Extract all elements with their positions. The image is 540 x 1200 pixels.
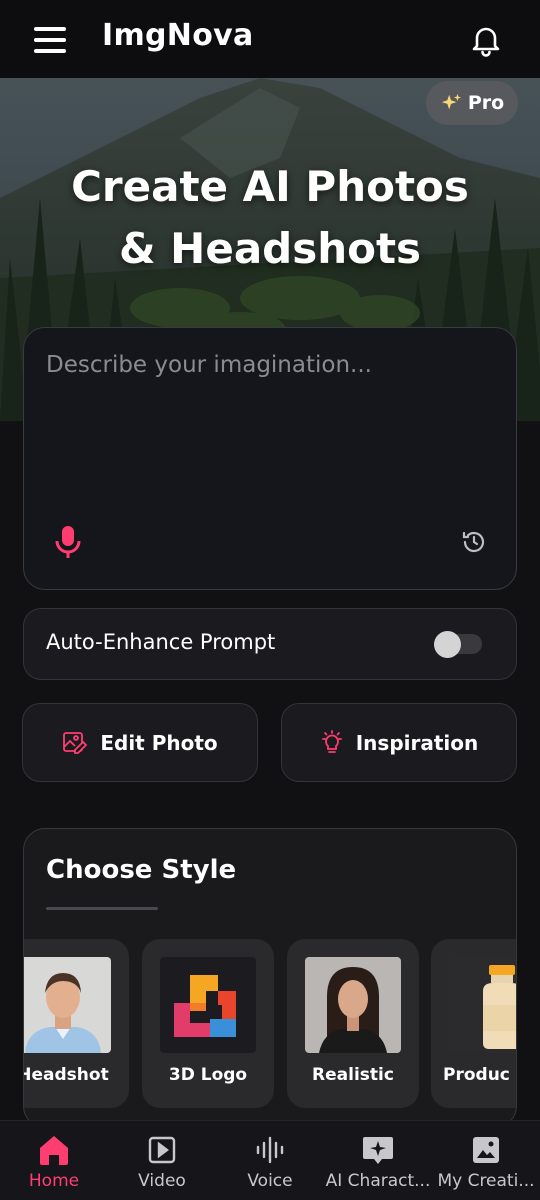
auto-enhance-row: Auto-Enhance Prompt (23, 608, 517, 680)
edit-photo-button[interactable]: Edit Photo (22, 703, 258, 782)
pro-label: Pro (467, 92, 505, 114)
toggle-knob (434, 631, 461, 658)
product-thumbnail (449, 957, 516, 1053)
microphone-icon[interactable] (52, 524, 84, 560)
style-label: Headshot (23, 1065, 109, 1085)
home-icon (40, 1136, 68, 1165)
app-title: ImgNova (102, 18, 254, 53)
style-label: Produc (443, 1065, 510, 1085)
sparkles-icon (441, 93, 461, 110)
style-item-3d-logo[interactable]: 3D Logo (142, 939, 274, 1108)
history-icon[interactable] (460, 528, 488, 556)
style-item-product[interactable]: Produc (431, 939, 516, 1108)
ai-character-chat-icon (363, 1137, 393, 1164)
auto-enhance-toggle[interactable] (434, 631, 482, 658)
bottom-navigation: Home Video Voice AI Charact... My Creati… (0, 1120, 540, 1200)
3d-logo-thumbnail (160, 957, 256, 1053)
style-item-realistic[interactable]: Realistic (287, 939, 419, 1108)
prompt-placeholder: Describe your imagination... (46, 352, 372, 378)
lightbulb-icon (321, 729, 342, 753)
headshot-thumbnail (24, 957, 111, 1053)
pro-badge[interactable]: Pro (426, 81, 518, 125)
style-label: Realistic (312, 1065, 394, 1085)
choose-style-title: Choose Style (46, 855, 237, 885)
style-label: 3D Logo (168, 1065, 248, 1085)
nav-label: AI Charact... (325, 1171, 431, 1191)
realistic-thumbnail (305, 957, 401, 1053)
voice-wave-icon (256, 1136, 284, 1164)
nav-item-voice[interactable]: Voice (216, 1121, 324, 1200)
nav-label: Video (138, 1171, 186, 1191)
nav-item-video[interactable]: Video (108, 1121, 216, 1200)
edit-photo-label: Edit Photo (100, 730, 218, 755)
top-app-bar: ImgNova (0, 0, 540, 78)
video-play-icon (148, 1136, 176, 1164)
title-underline (46, 907, 158, 910)
nav-item-home[interactable]: Home (0, 1121, 108, 1200)
image-gallery-icon (473, 1137, 499, 1163)
nav-label: Voice (247, 1171, 293, 1191)
nav-item-my-creations[interactable]: My Creati... (432, 1121, 540, 1200)
choose-style-section: Choose Style Headshot 3D Logo Realistic … (23, 828, 517, 1128)
nav-label: Home (28, 1171, 80, 1191)
prompt-input-area[interactable]: Describe your imagination... (23, 327, 517, 590)
title-line-1: Create AI Photos (71, 162, 469, 211)
title-line-2: & Headshots (118, 224, 422, 273)
nav-item-ai-characters[interactable]: AI Charact... (324, 1121, 432, 1200)
style-carousel[interactable]: Headshot 3D Logo Realistic Produc (23, 939, 516, 1109)
hamburger-menu-icon[interactable] (30, 24, 70, 56)
edit-photo-icon (63, 731, 88, 754)
inspiration-label: Inspiration (355, 730, 479, 755)
inspiration-button[interactable]: Inspiration (281, 703, 517, 782)
nav-label: My Creati... (437, 1171, 535, 1191)
style-item-headshot[interactable]: Headshot (23, 939, 129, 1108)
page-title: Create AI Photos & Headshots (0, 156, 540, 280)
auto-enhance-label: Auto-Enhance Prompt (46, 630, 276, 654)
bell-icon[interactable] (468, 22, 504, 58)
